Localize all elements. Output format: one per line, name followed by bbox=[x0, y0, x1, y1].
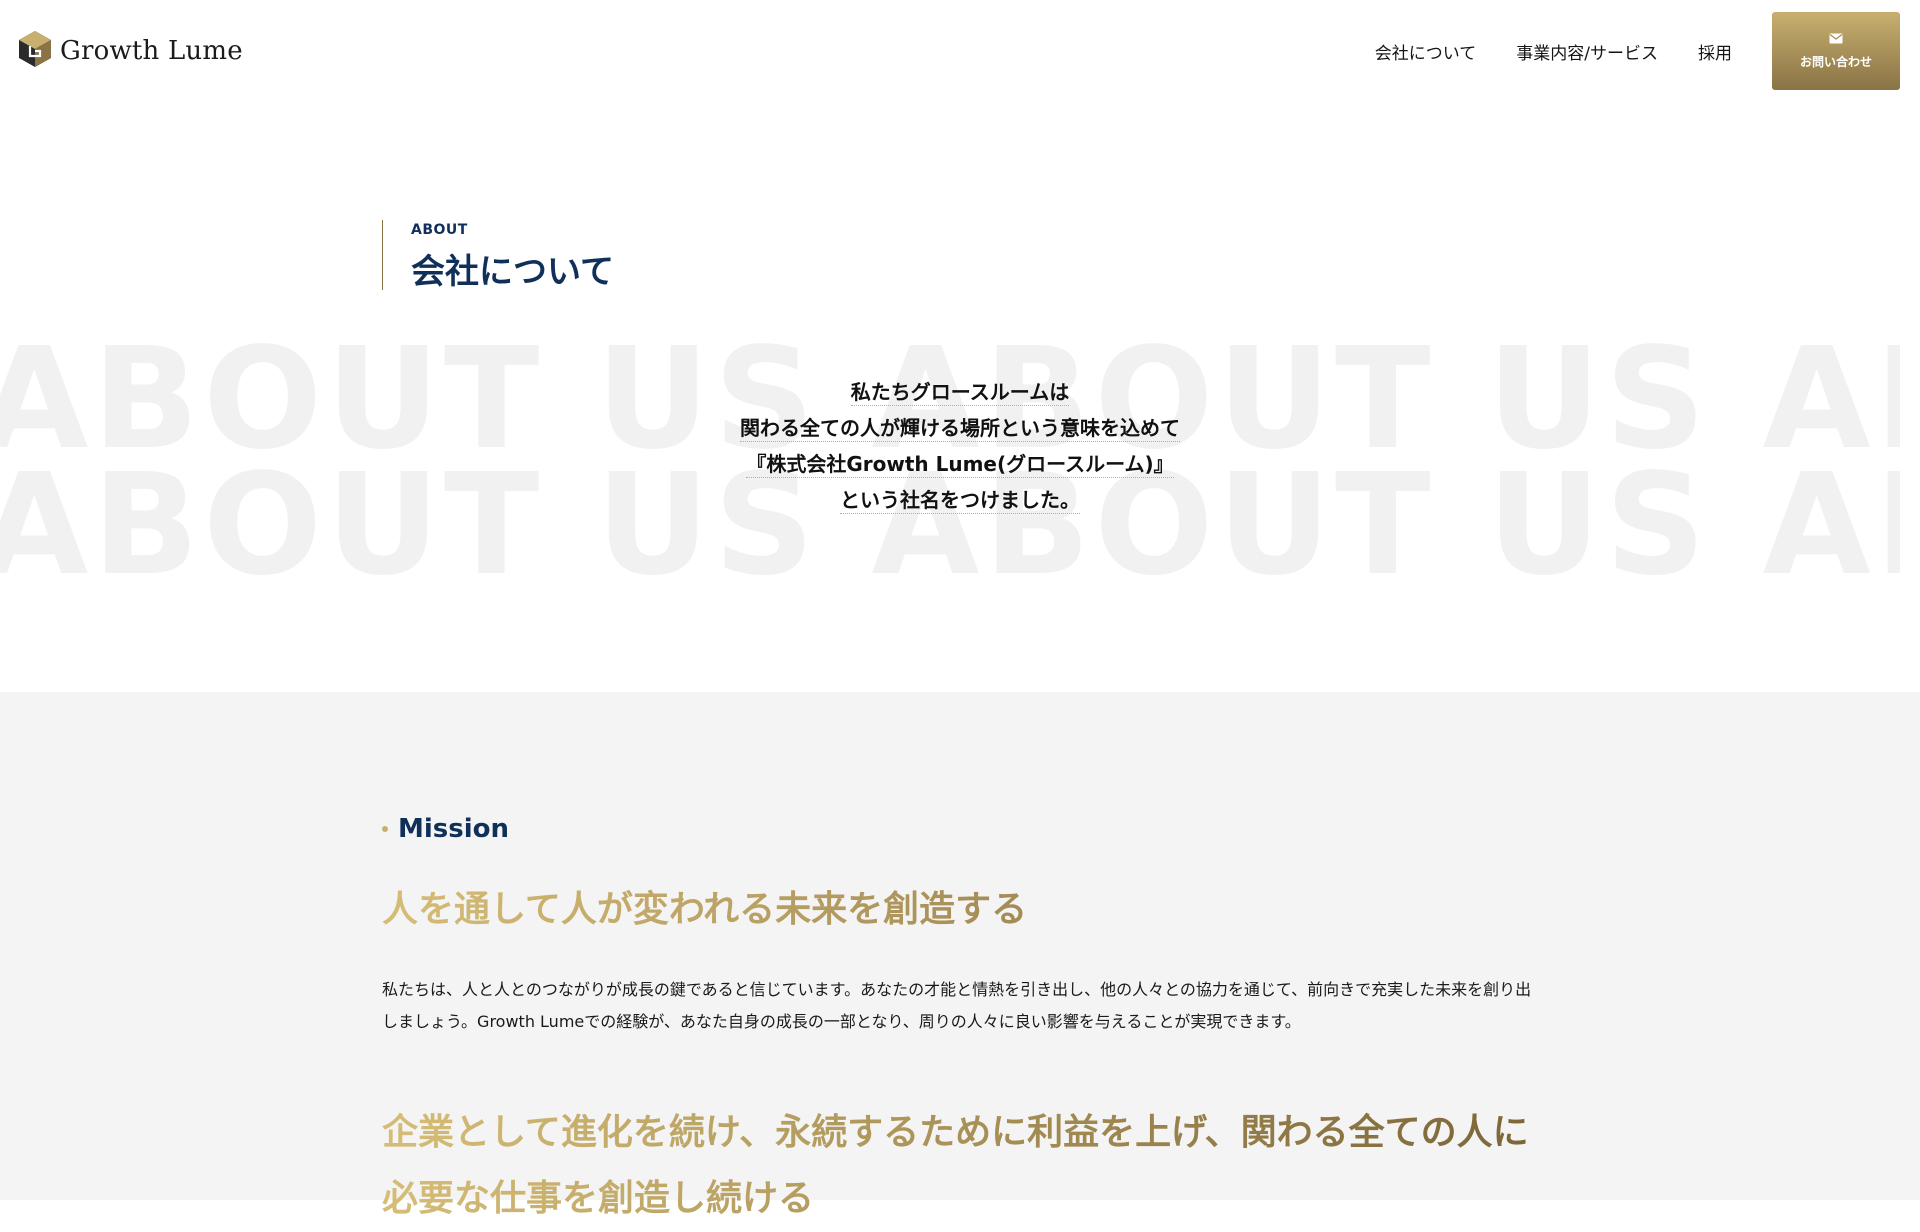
page-title: 会社について bbox=[411, 252, 614, 292]
mail-icon bbox=[1829, 33, 1843, 53]
contact-button[interactable]: お問い合わせ bbox=[1772, 12, 1900, 90]
nav-item-about[interactable]: 会社について bbox=[1375, 39, 1477, 64]
statement-line: という社名をつけました。 bbox=[840, 488, 1080, 514]
main-nav: 会社について 事業内容/サービス 採用 bbox=[1375, 0, 1732, 102]
about-eyebrow: ABOUT bbox=[411, 222, 468, 238]
company-statement: 私たちグロースルームは 関わる全ての人が輝ける場所という意味を込めて 『株式会社… bbox=[660, 374, 1260, 518]
logo-mark-icon bbox=[18, 30, 52, 72]
mission-label-text: Mission bbox=[398, 814, 510, 844]
nav-item-recruit[interactable]: 採用 bbox=[1698, 39, 1732, 64]
contact-button-label: お問い合わせ bbox=[1799, 54, 1872, 69]
statement-line: 私たちグロースルームは bbox=[850, 380, 1070, 406]
mission-body: 私たちは、人と人とのつながりが成長の鍵であると信じています。あなたの才能と情熱を… bbox=[382, 980, 1532, 1031]
statement-line: 関わる全ての人が輝ける場所という意味を込めて bbox=[740, 416, 1180, 442]
mission-label: Mission bbox=[382, 814, 509, 844]
mission-heading-secondary: 企業として進化を続け、永続するために利益を上げ、関わる全ての人に必要な仕事を創造… bbox=[382, 1100, 1562, 1232]
logo[interactable]: Growth Lume bbox=[18, 30, 243, 72]
mission-heading: 人を通して人が変われる未来を創造する bbox=[382, 880, 1027, 932]
about-heading: ABOUT 会社について bbox=[382, 220, 614, 292]
nav-item-services[interactable]: 事業内容/サービス bbox=[1516, 39, 1658, 64]
statement-line: 『株式会社Growth Lume(グロースルーム)』 bbox=[746, 452, 1174, 478]
site-header: Growth Lume 会社について 事業内容/サービス 採用 お問い合わせ bbox=[0, 0, 1920, 102]
logo-text: Growth Lume bbox=[60, 36, 243, 66]
bullet-dot-icon bbox=[382, 826, 388, 832]
